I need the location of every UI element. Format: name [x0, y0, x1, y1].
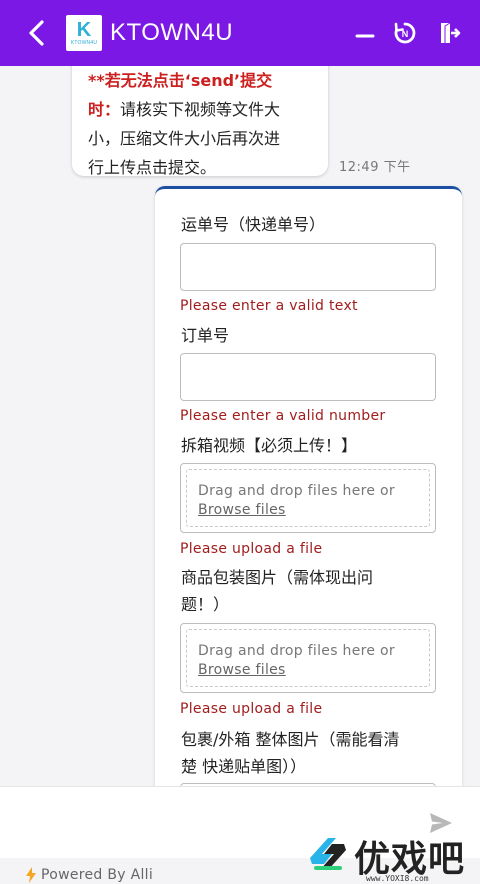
package-photo-error: Please upload a file — [180, 701, 323, 717]
browse-files-link[interactable]: Browse files — [198, 501, 429, 520]
box-photo-label-line: 包裹/外箱 整体图片（需能看清 — [181, 730, 400, 749]
message-body-line: 请核实下视频等文件大 — [120, 100, 281, 119]
powered-by: Powered By Alli — [26, 867, 153, 883]
exit-icon — [441, 22, 461, 43]
logo-subtext: KTOWN4U — [70, 40, 98, 46]
tracking-number-label: 运单号（快递单号） — [181, 215, 326, 234]
watermark-logo-icon — [310, 838, 346, 870]
order-number-error: Please enter a valid number — [180, 408, 386, 424]
lightning-icon — [26, 867, 36, 883]
package-photo-label: 商品包装图片（需体现出问 题！） — [181, 564, 373, 618]
site-watermark: 优戏吧 www.YOXI8.com — [300, 826, 480, 884]
minimize-icon — [355, 34, 375, 38]
back-button[interactable] — [22, 18, 50, 48]
bot-message-bubble: **若无法点击‘send’提交 时：请核实下视频等文件大 小，压缩文件大小后再次… — [72, 66, 328, 177]
chevron-left-icon — [29, 20, 44, 46]
unboxing-video-error: Please upload a file — [180, 541, 323, 557]
warning-text: **若无法点击‘send’提交 — [88, 71, 273, 90]
order-number-label: 订单号 — [181, 326, 230, 345]
app-title: KTOWN4U — [110, 19, 234, 46]
app-header: K KTOWN4U KTOWN4U N — [0, 0, 480, 66]
chat-area[interactable]: **若无法点击‘send’提交 时：请核实下视频等文件大 小，压缩文件大小后再次… — [0, 66, 480, 786]
tracking-number-input[interactable] — [180, 243, 436, 291]
upload-form-card: 运单号（快递单号） Please enter a valid text 订单号 … — [155, 186, 462, 786]
message-body-line: 行上传点击提交。 — [88, 158, 217, 177]
logo-letter: K — [76, 19, 92, 41]
tracking-number-error: Please enter a valid text — [180, 298, 358, 314]
refresh-button[interactable]: N — [390, 18, 420, 48]
order-number-input[interactable] — [180, 353, 436, 401]
browse-files-link[interactable]: Browse files — [198, 661, 429, 680]
unboxing-video-label: 拆箱视频【必须上传！】 — [181, 436, 358, 455]
package-photo-dropzone[interactable]: Drag and drop files here or Browse files — [180, 623, 436, 693]
package-photo-label-line: 商品包装图片（需体现出问 — [181, 568, 374, 587]
powered-by-text: Powered By Alli — [41, 867, 154, 883]
refresh-icon: N — [394, 22, 416, 44]
unboxing-video-dropzone[interactable]: Drag and drop files here or Browse files — [180, 463, 436, 533]
svg-text:N: N — [402, 29, 409, 39]
warning-prefix: 时： — [88, 100, 121, 119]
box-photo-label-line: 楚 快递贴单图）） — [181, 757, 307, 776]
dropzone-text: Drag and drop files here or — [198, 643, 395, 659]
message-body-line: 小，压缩文件大小后再次进 — [88, 129, 281, 148]
app-logo: K KTOWN4U — [66, 15, 102, 51]
minimize-button[interactable] — [350, 18, 380, 48]
message-timestamp: 12:49 下午 — [339, 160, 411, 175]
dropzone-text: Drag and drop files here or — [198, 483, 395, 499]
watermark-url: www.YOXI8.com — [366, 874, 429, 883]
exit-button[interactable] — [434, 18, 464, 48]
dropzone-inner: Drag and drop files here or Browse files — [186, 629, 430, 687]
package-photo-label-line: 题！） — [181, 595, 230, 614]
box-photo-label: 包裹/外箱 整体图片（需能看清 楚 快递贴单图）） — [181, 726, 399, 780]
dropzone-inner: Drag and drop files here or Browse files — [186, 469, 430, 527]
